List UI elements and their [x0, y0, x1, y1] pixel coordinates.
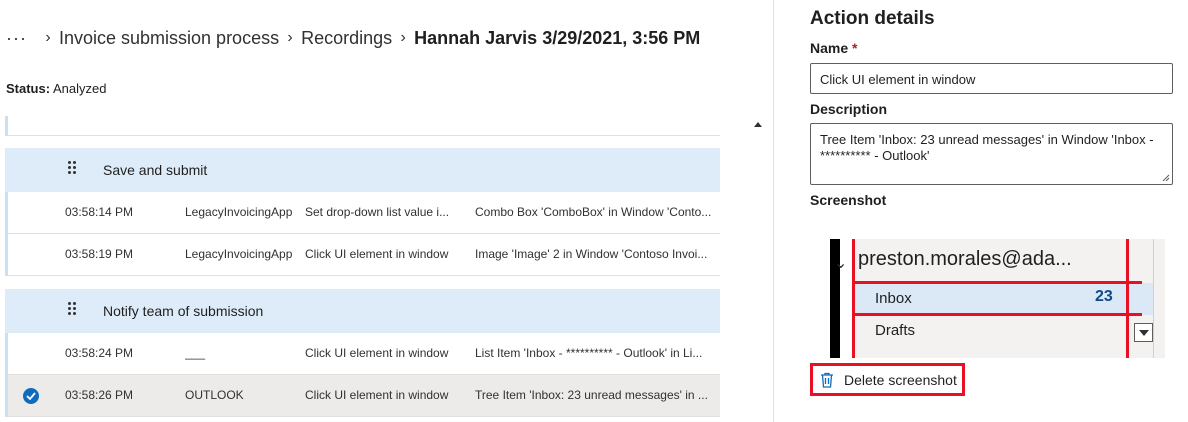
breadcrumb-item-process[interactable]: Invoice submission process — [59, 28, 279, 49]
row-app: LegacyInvoicingApp — [185, 247, 293, 261]
chevron-down-icon: ⌄ — [834, 255, 848, 272]
screenshot-inbox: Inbox — [875, 290, 912, 307]
description-text: Tree Item 'Inbox: 23 unread messages' in… — [820, 132, 1154, 163]
highlight-line-top — [852, 281, 1142, 284]
chevron-right-icon: › — [287, 29, 293, 46]
panel-title: Action details — [810, 8, 935, 29]
screenshot-scrollbar — [1153, 239, 1165, 358]
highlight-line-left — [852, 239, 855, 358]
screenshot-inbox-count: 23 — [1095, 288, 1113, 305]
screenshot-image: ⌄ preston.morales@ada... Inbox 23 Drafts — [830, 239, 1165, 358]
list-row-partial — [5, 116, 720, 136]
group-header-save-and-submit[interactable]: Save and submit — [5, 148, 720, 192]
recording-pane: ··· › Invoice submission process › Recor… — [0, 0, 773, 422]
delete-screenshot-button[interactable]: Delete screenshot — [810, 363, 965, 396]
required-mark: * — [852, 40, 858, 56]
delete-screenshot-label: Delete screenshot — [844, 371, 957, 388]
chevron-right-icon: › — [45, 29, 51, 46]
name-label: Name * — [810, 40, 857, 56]
row-target: List Item 'Inbox - ********** - Outlook'… — [475, 346, 703, 360]
action-details-panel: Action details Name * Click UI element i… — [774, 0, 1188, 422]
table-row[interactable]: 03:58:24 PM ___ Click UI element in wind… — [5, 333, 720, 375]
row-time: 03:58:26 PM — [65, 388, 134, 402]
group-title: Save and submit — [103, 162, 208, 178]
highlight-line-bottom — [852, 313, 1142, 316]
status-line: Status: Analyzed — [6, 81, 106, 96]
breadcrumb-current: Hannah Jarvis 3/29/2021, 3:56 PM — [414, 27, 701, 48]
row-action: Click UI element in window — [305, 388, 449, 402]
status-value: Analyzed — [52, 81, 107, 96]
name-label-text: Name — [810, 40, 849, 56]
row-time: 03:58:19 PM — [65, 247, 134, 261]
trash-icon — [821, 372, 833, 388]
row-app: ___ — [185, 346, 206, 360]
row-app: LegacyInvoicingApp — [185, 205, 293, 219]
screenshot-dropdown-icon — [1134, 323, 1153, 342]
description-label: Description — [810, 101, 888, 117]
screenshot-label: Screenshot — [810, 192, 887, 208]
status-label: Status: — [6, 81, 51, 96]
group-title: Notify team of submission — [103, 303, 264, 319]
row-action: Click UI element in window — [305, 346, 449, 360]
breadcrumb-more-button[interactable]: ··· — [6, 28, 27, 49]
resize-grip-icon[interactable] — [1162, 174, 1170, 182]
table-row[interactable]: 03:58:14 PM LegacyInvoicingApp Set drop-… — [5, 192, 720, 234]
row-action: Set drop-down list value i... — [305, 205, 450, 219]
drag-handle-icon[interactable] — [68, 161, 78, 177]
actions-list: Save and submit 03:58:14 PM LegacyInvoic… — [5, 116, 720, 422]
table-row[interactable]: 03:58:19 PM LegacyInvoicingApp Click UI … — [5, 234, 720, 276]
breadcrumb-item-recordings[interactable]: Recordings — [301, 28, 392, 49]
row-target: Image 'Image' 2 in Window 'Contoso Invoi… — [475, 247, 708, 261]
description-field[interactable]: Tree Item 'Inbox: 23 unread messages' in… — [810, 123, 1173, 185]
row-action: Click UI element in window — [305, 247, 449, 261]
row-target: Combo Box 'ComboBox' in Window 'Conto... — [475, 205, 712, 219]
row-target: Tree Item 'Inbox: 23 unread messages' in… — [475, 388, 708, 402]
highlight-line-right — [1126, 239, 1129, 358]
table-row-selected[interactable]: 03:58:26 PM OUTLOOK Click UI element in … — [5, 375, 720, 417]
row-time: 03:58:14 PM — [65, 205, 134, 219]
scroll-up-arrow-icon[interactable] — [754, 122, 762, 127]
screenshot-account: preston.morales@ada... — [858, 248, 1072, 270]
screenshot-drafts: Drafts — [875, 322, 916, 339]
group-header-notify-team[interactable]: Notify team of submission — [5, 289, 720, 333]
breadcrumb: ··· › Invoice submission process › Recor… — [6, 24, 700, 52]
checkmark-icon[interactable] — [23, 388, 39, 404]
name-field[interactable]: Click UI element in window — [810, 63, 1173, 94]
chevron-right-icon: › — [400, 29, 406, 46]
row-time: 03:58:24 PM — [65, 346, 134, 360]
row-app: OUTLOOK — [185, 388, 244, 402]
drag-handle-icon[interactable] — [68, 302, 78, 318]
